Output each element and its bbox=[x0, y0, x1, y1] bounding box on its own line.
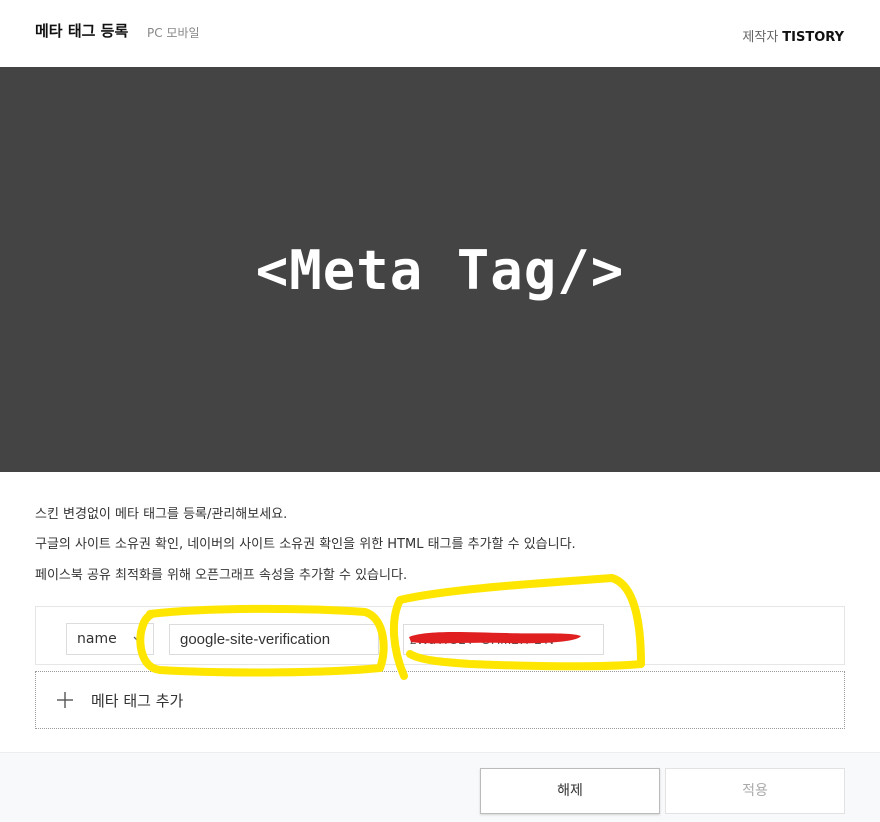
header: 메타 태그 등록 PC 모바일 제작자 TISTORY bbox=[0, 0, 880, 67]
description-line: 구글의 사이트 소유권 확인, 네이버의 사이트 소유권 확인을 위한 HTML… bbox=[35, 537, 576, 552]
meta-tag-row: name bbox=[35, 606, 845, 665]
maker-info: 제작자 TISTORY bbox=[742, 26, 844, 45]
chevron-down-icon bbox=[133, 636, 145, 643]
attribute-select[interactable]: name bbox=[66, 623, 154, 655]
meta-name-input[interactable] bbox=[169, 624, 379, 655]
apply-button[interactable]: 적용 bbox=[665, 768, 845, 814]
attribute-select-value: name bbox=[77, 631, 117, 647]
plus-icon bbox=[57, 692, 73, 708]
meta-content-input[interactable] bbox=[403, 624, 604, 655]
add-meta-tag-button[interactable]: 메타 태그 추가 bbox=[35, 671, 845, 729]
maker-name: TISTORY bbox=[782, 30, 844, 45]
footer: 해제 적용 bbox=[0, 752, 880, 822]
page-title: 메타 태그 등록 bbox=[35, 22, 129, 40]
reset-button[interactable]: 해제 bbox=[480, 768, 660, 814]
add-meta-tag-label: 메타 태그 추가 bbox=[91, 692, 184, 710]
hero-banner: <Meta Tag/> bbox=[0, 67, 880, 472]
page-subtitle: PC 모바일 bbox=[147, 26, 200, 40]
hero-title: <Meta Tag/> bbox=[255, 239, 625, 302]
description-line: 페이스북 공유 최적화를 위해 오픈그래프 속성을 추가할 수 있습니다. bbox=[35, 568, 408, 583]
maker-label: 제작자 bbox=[742, 30, 779, 45]
description-line: 스킨 변경없이 메타 태그를 등록/관리해보세요. bbox=[35, 507, 288, 522]
